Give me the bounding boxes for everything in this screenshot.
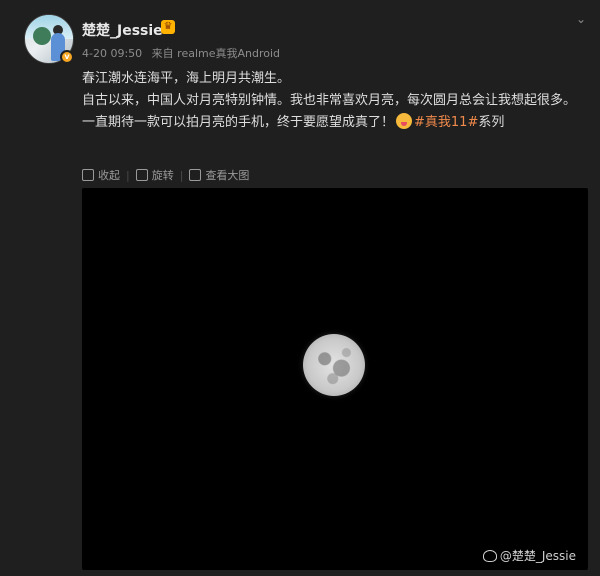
post-card: v 楚楚_Jessie ♛ 4-20 09:50 来自 realme真我Andr… <box>0 0 600 576</box>
post-source: 来自 realme真我Android <box>151 47 281 60</box>
view-large-label: 查看大图 <box>205 169 250 182</box>
rotate-icon <box>135 169 148 181</box>
collapse-label: 收起 <box>98 169 120 182</box>
post-image[interactable]: @楚楚_Jessie <box>82 188 588 570</box>
image-actions: 收起 | 旋转 | 查看大图 <box>82 166 255 184</box>
rotate-label: 旋转 <box>151 169 174 182</box>
avatar-tree <box>33 27 51 45</box>
hashtag-suffix: 系列 <box>478 115 505 130</box>
post-line-1: 春江潮水连海平，海上明月共潮生。 <box>82 71 291 86</box>
collapse-icon <box>82 169 94 181</box>
author-name[interactable]: 楚楚_Jessie <box>82 20 163 40</box>
moon-image <box>303 334 365 396</box>
post-time[interactable]: 4-20 09:50 <box>82 47 142 60</box>
hashtag-link[interactable]: #真我11# <box>414 115 478 130</box>
verified-badge-icon: v <box>60 50 74 64</box>
view-large-button[interactable]: 查看大图 <box>189 167 249 183</box>
post-content: 春江潮水连海平，海上明月共潮生。 自古以来，中国人对月亮特别钟情。我也非常喜欢月… <box>82 68 588 134</box>
weibo-icon <box>482 549 497 562</box>
vip-crown-icon: ♛ <box>161 20 175 34</box>
post-meta: 4-20 09:50 来自 realme真我Android <box>82 45 286 61</box>
chevron-down-icon[interactable]: ⌄ <box>574 12 588 26</box>
action-divider: | <box>179 168 184 182</box>
watermark-text: @楚楚_Jessie <box>499 549 576 563</box>
post-line-3-text: 一直期待一款可以拍月亮的手机，终于要愿望成真了！ <box>82 115 395 130</box>
image-watermark: @楚楚_Jessie <box>482 547 576 564</box>
post-line-2: 自古以来，中国人对月亮特别钟情。我也非常喜欢月亮，每次圆月总会让我想起很多。 <box>82 93 577 108</box>
action-divider: | <box>126 168 130 182</box>
tongue-emoji-icon <box>396 113 413 129</box>
collapse-button[interactable]: 收起 <box>82 167 120 183</box>
view-large-icon <box>189 169 202 181</box>
rotate-button[interactable]: 旋转 <box>135 167 174 183</box>
post-line-3: 一直期待一款可以拍月亮的手机，终于要愿望成真了！ #真我11#系列 <box>82 112 588 134</box>
